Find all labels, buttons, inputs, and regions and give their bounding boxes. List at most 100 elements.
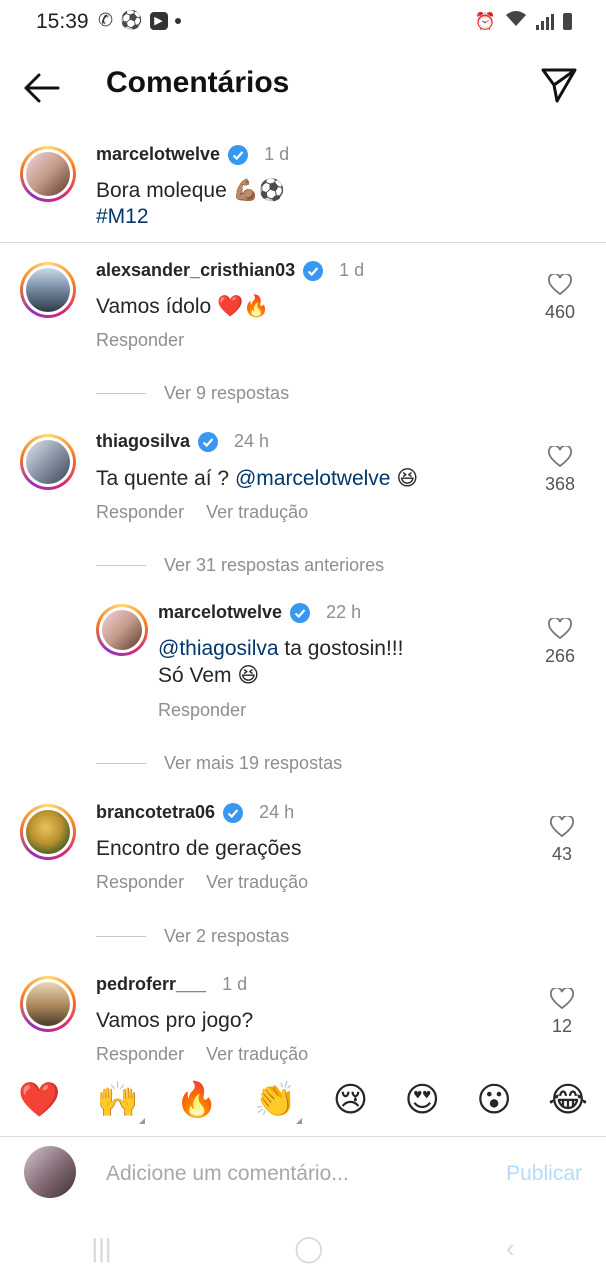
reaction-fire[interactable]: 🔥 xyxy=(175,1080,217,1120)
caption-text: Bora moleque 💪🏽⚽ xyxy=(96,179,285,202)
translate-button[interactable]: Ver tradução xyxy=(206,872,308,893)
recent-apps-icon[interactable]: ||| xyxy=(91,1233,111,1264)
reaction-crying[interactable]: 😢 xyxy=(333,1080,368,1120)
comment-avatar[interactable] xyxy=(20,804,76,860)
reaction-surprised[interactable]: 😮 xyxy=(476,1080,511,1120)
like-count: 460 xyxy=(544,302,576,322)
comment-text: Vamos pro jogo? xyxy=(96,1009,254,1032)
reply-text-line2: Só Vem 😆 xyxy=(158,664,260,687)
caption-avatar[interactable] xyxy=(20,146,76,202)
cell-signal-icon xyxy=(536,13,554,30)
mention-link[interactable]: @marcelotwelve xyxy=(235,467,391,490)
like-control[interactable]: 12 xyxy=(532,988,592,1037)
comment-time: 24 h xyxy=(234,431,270,451)
heart-icon[interactable] xyxy=(550,988,574,1010)
comment-username[interactable]: brancotetra06 xyxy=(96,802,215,823)
translate-button[interactable]: Ver tradução xyxy=(206,1044,308,1065)
more-notifications-icon xyxy=(174,17,181,24)
reply-username[interactable]: marcelotwelve xyxy=(158,602,282,623)
reply-actions: Responder xyxy=(158,700,246,721)
view-more-replies-button[interactable]: Ver mais 19 respostas xyxy=(96,753,342,774)
reply-avatar[interactable] xyxy=(96,604,148,656)
alarm-icon: ⏰ xyxy=(474,11,496,31)
quick-reactions-bar: ❤️ 🙌 🔥 👏 😢 😍 😮 😂 xyxy=(0,1064,606,1136)
like-control[interactable]: 266 xyxy=(530,618,590,667)
like-control[interactable]: 460 xyxy=(530,274,590,323)
whatsapp-icon: ✆ xyxy=(98,10,114,30)
comment-text-plain: Ta quente aí ? xyxy=(96,467,235,490)
comment-username[interactable]: alexsander_cristhian03 xyxy=(96,260,295,281)
view-replies-button[interactable]: Ver 2 respostas xyxy=(96,926,289,947)
youtube-icon: ▶ xyxy=(149,11,168,30)
reaction-raised-hands[interactable]: 🙌 xyxy=(97,1080,146,1124)
soccer-ball-icon: ⚽ xyxy=(120,10,143,30)
view-previous-replies-button[interactable]: Ver 31 respostas anteriores xyxy=(96,555,384,576)
caption-hashtag[interactable]: #M12 xyxy=(96,202,149,231)
reply-button[interactable]: Responder xyxy=(96,1044,184,1065)
like-count: 12 xyxy=(551,1016,573,1036)
verified-badge-icon xyxy=(290,602,311,623)
comment-actions: Responder xyxy=(96,330,184,351)
like-control[interactable]: 368 xyxy=(530,446,590,495)
view-replies-button[interactable]: Ver 9 respostas xyxy=(96,383,289,404)
comment-time: 24 h xyxy=(259,802,295,822)
reply-button[interactable]: Responder xyxy=(96,872,184,893)
comment-username-row: brancotetra06 24 h xyxy=(96,802,294,823)
send-icon[interactable] xyxy=(540,66,578,104)
comment-text: Ta quente aí ? @marcelotwelve 😆 xyxy=(96,464,418,493)
status-system-icons: ⏰ xyxy=(475,10,572,33)
page-title: Comentários xyxy=(106,66,290,99)
comment-avatar[interactable] xyxy=(20,976,76,1032)
comment-text: Vamos ídolo ❤️🔥 xyxy=(96,295,270,318)
user-avatar xyxy=(24,1146,76,1198)
battery-icon xyxy=(563,13,572,30)
caption-username[interactable]: marcelotwelve xyxy=(96,144,220,165)
reaction-heart[interactable]: ❤️ xyxy=(18,1080,60,1120)
view-replies-label: Ver mais 19 respostas xyxy=(164,753,343,773)
translate-button[interactable]: Ver tradução xyxy=(206,502,308,523)
comment-username-row: pedroferr___ 1 d xyxy=(96,974,247,995)
verified-badge-icon xyxy=(198,431,219,452)
heart-icon[interactable] xyxy=(548,274,572,296)
home-icon[interactable]: ◯ xyxy=(294,1233,323,1264)
back-arrow-icon[interactable] xyxy=(22,70,60,106)
comment-time: 1 d xyxy=(339,260,365,280)
comment-username[interactable]: thiagosilva xyxy=(96,431,190,452)
comment-avatar[interactable] xyxy=(20,434,76,490)
verified-badge-icon xyxy=(223,802,244,823)
verified-badge-icon xyxy=(228,144,249,165)
reply-button[interactable]: Responder xyxy=(158,700,246,721)
comment-username-row: thiagosilva 24 h xyxy=(96,431,269,452)
reply-text: @thiagosilva ta gostosin!!! xyxy=(158,634,403,663)
comment-username[interactable]: pedroferr___ xyxy=(96,974,206,995)
comment-actions: Responder Ver tradução xyxy=(96,1044,308,1065)
like-control[interactable]: 43 xyxy=(532,816,592,865)
back-nav-icon[interactable]: ‹ xyxy=(506,1233,515,1264)
reply-button[interactable]: Responder xyxy=(96,502,184,523)
comment-emoji: 😆 xyxy=(390,467,419,490)
comment-actions: Responder Ver tradução xyxy=(96,872,308,893)
status-time: 15:39 xyxy=(36,10,89,33)
publish-button[interactable]: Publicar xyxy=(506,1162,582,1186)
system-navigation-bar: ||| ◯ ‹ xyxy=(0,1216,606,1280)
like-count: 266 xyxy=(544,646,576,666)
comment-actions: Responder Ver tradução xyxy=(96,502,308,523)
heart-icon[interactable] xyxy=(550,816,574,838)
heart-icon[interactable] xyxy=(548,618,572,640)
reaction-laughing[interactable]: 😂 xyxy=(548,1080,588,1120)
mention-link[interactable]: @thiagosilva xyxy=(158,637,279,660)
verified-badge-icon xyxy=(303,260,324,281)
view-replies-label: Ver 9 respostas xyxy=(164,383,290,403)
comment-input[interactable]: Adicione um comentário... xyxy=(106,1162,349,1186)
caption-username-row: marcelotwelve 1 d xyxy=(96,144,289,165)
comment-username-row: alexsander_cristhian03 1 d xyxy=(96,260,364,281)
comment-avatar[interactable] xyxy=(20,262,76,318)
caption-divider xyxy=(0,242,606,243)
like-count: 43 xyxy=(551,844,573,864)
heart-icon[interactable] xyxy=(548,446,572,468)
comment-text: Encontro de gerações xyxy=(96,837,302,860)
view-replies-label: Ver 31 respostas anteriores xyxy=(164,555,385,575)
reaction-heart-eyes[interactable]: 😍 xyxy=(405,1080,440,1120)
reaction-clapping[interactable]: 👏 xyxy=(254,1080,303,1124)
reply-button[interactable]: Responder xyxy=(96,330,184,351)
